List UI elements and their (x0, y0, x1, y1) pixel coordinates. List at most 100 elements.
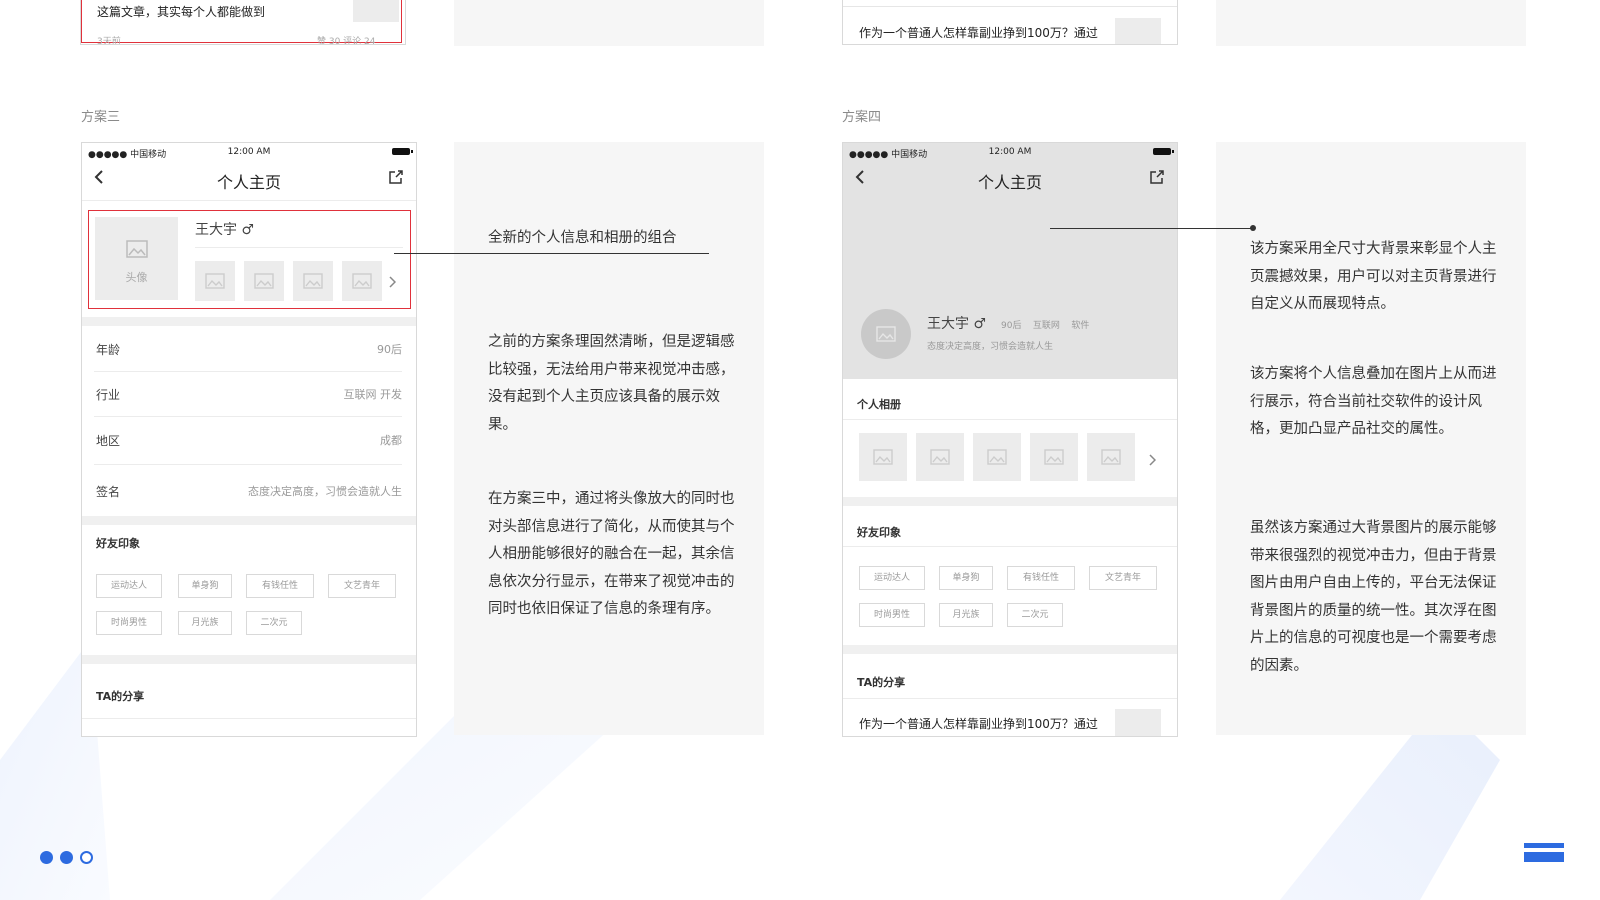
album-photo[interactable] (916, 433, 964, 481)
battery-icon (1153, 148, 1174, 155)
article-meta-right: 赞 30 评论 24 (317, 37, 376, 45)
divider (843, 546, 1177, 547)
info-row-industry: 行业 互联网 开发 (94, 372, 402, 417)
impression-tag[interactable]: 有钱任性 (1007, 566, 1075, 590)
friends-section-title: 好友印象 (857, 526, 901, 539)
nav-bar: 个人主页 (843, 163, 1177, 199)
scheme4-phone: ●●●●● 中国移动 12:00 AM 个人主页 王大宇 ♂ 90后 互联网 软… (842, 142, 1178, 737)
row-value: 态度决定高度，习惯会造就人生 (248, 485, 402, 498)
section-separator (82, 655, 416, 664)
row-key: 行业 (96, 388, 121, 402)
article-meta-left: 3天前 (97, 37, 121, 45)
chevron-right-icon[interactable] (388, 273, 397, 292)
callout-line (394, 253, 709, 254)
impression-tag[interactable]: 单身狗 (178, 574, 232, 598)
page-title: 个人主页 (977, 173, 1042, 192)
divider (843, 698, 1177, 699)
impression-tag[interactable]: 时尚男性 (96, 611, 162, 635)
album-photo[interactable] (244, 261, 284, 301)
clock-label: 12:00 AM (227, 147, 271, 157)
divider (195, 247, 403, 248)
avatar[interactable] (861, 309, 911, 359)
top-right-desc-panel (1216, 0, 1526, 46)
scheme4-paragraph-3: 虽然该方案通过大背景图片的展示能够带来很强烈的视觉冲击力，但由于背景图片由用户自… (1250, 520, 1497, 674)
impression-tag[interactable]: 文艺青年 (1089, 566, 1157, 590)
scheme3-paragraph-1: 之前的方案条理固然清晰，但是逻辑感比较强，无法给用户带来视觉冲击感，没有起到个人… (488, 334, 735, 433)
impression-tag[interactable]: 单身狗 (939, 566, 993, 590)
divider (843, 419, 1177, 420)
scheme4-label: 方案四 (842, 110, 882, 125)
profile-name: 王大宇 ♂ (927, 316, 987, 332)
page-title: 个人主页 (216, 173, 281, 192)
edit-icon[interactable] (1149, 170, 1164, 184)
impression-tag[interactable]: 二次元 (1007, 603, 1063, 627)
impression-tag[interactable]: 运动达人 (859, 566, 925, 590)
divider (82, 200, 416, 201)
row-value: 90后 (377, 343, 402, 356)
album-photo[interactable] (195, 261, 235, 301)
section-separator (843, 645, 1177, 654)
avatar-label: 头像 (125, 271, 148, 284)
row-value: 互联网 开发 (343, 388, 403, 401)
profile-meta: 90后 互联网 软件 (1001, 321, 1090, 331)
share-item-thumbnail (1115, 709, 1161, 736)
album-photo[interactable] (973, 433, 1021, 481)
status-bar: ●●●●● 中国移动 12:00 AM (843, 143, 1177, 163)
share-item-thumbnail (1115, 18, 1161, 44)
divider (82, 718, 416, 719)
edit-icon[interactable] (388, 170, 403, 184)
nav-bar: 个人主页 (82, 163, 416, 199)
impression-tag[interactable]: 月光族 (178, 611, 232, 635)
share-section-title: TA的分享 (857, 676, 906, 689)
pager-dot-1[interactable] (40, 851, 53, 864)
scheme3-phone: ●●●●● 中国移动 12:00 AM 个人主页 头像 王大宇 ♂ 年龄 90后… (81, 142, 417, 737)
row-key: 年龄 (96, 343, 121, 357)
row-key: 签名 (96, 485, 121, 499)
menu-icon[interactable] (1524, 843, 1564, 863)
battery-icon (392, 148, 413, 155)
row-value: 成都 (380, 434, 402, 447)
info-row-region: 地区 成都 (94, 418, 402, 465)
scheme3-callout: 全新的个人信息和相册的组合 (488, 230, 677, 246)
section-separator (843, 497, 1177, 506)
row-key: 地区 (96, 434, 121, 448)
status-bar: ●●●●● 中国移动 12:00 AM (82, 143, 416, 163)
scheme4-paragraph-1: 该方案采用全尺寸大背景来彰显个人主页震撼效果，用户可以对主页背景进行自定义从而展… (1250, 241, 1497, 312)
impression-tag[interactable]: 有钱任性 (246, 574, 314, 598)
album-photo[interactable] (293, 261, 333, 301)
divider (843, 6, 1177, 7)
share-item-text[interactable]: 作为一个普通人怎样靠副业挣到100万？通过 (859, 24, 1098, 41)
impression-tag[interactable]: 二次元 (246, 611, 302, 635)
album-photo[interactable] (1030, 433, 1078, 481)
top-left-phone-crop: 这篇文章，其实每个人都能做到 3天前 赞 30 评论 24 (80, 0, 406, 45)
pager-dot-3[interactable] (80, 851, 93, 864)
article-thumbnail (353, 0, 399, 22)
impression-tag[interactable]: 文艺青年 (328, 574, 396, 598)
scheme3-label: 方案三 (81, 110, 121, 125)
avatar[interactable]: 头像 (95, 217, 178, 300)
impression-tag[interactable]: 运动达人 (96, 574, 162, 598)
chevron-right-icon[interactable] (1148, 451, 1157, 470)
info-row-signature: 签名 态度决定高度，习惯会造就人生 (94, 467, 402, 511)
album-photo[interactable] (1087, 433, 1135, 481)
top-right-phone-crop: 作为一个普通人怎样靠副业挣到100万？通过 (842, 0, 1178, 45)
article-title: 这篇文章，其实每个人都能做到 (97, 5, 266, 19)
impression-tag[interactable]: 月光族 (939, 603, 993, 627)
section-separator (82, 516, 416, 525)
album-photo[interactable] (859, 433, 907, 481)
album-photo[interactable] (342, 261, 382, 301)
profile-signature: 态度决定高度，习惯会造就人生 (927, 342, 1054, 352)
section-separator (82, 317, 416, 326)
clock-label: 12:00 AM (988, 147, 1032, 157)
impression-tag[interactable]: 时尚男性 (859, 603, 925, 627)
callout-line (1050, 228, 1252, 229)
pager-dot-2[interactable] (60, 851, 73, 864)
scheme3-paragraph-2: 在方案三中，通过将头像放大的同时也对头部信息进行了简化，从而使其与个人相册能够很… (488, 491, 735, 617)
profile-name: 王大宇 ♂ (195, 222, 255, 238)
top-left-desc-panel (454, 0, 764, 46)
info-row-age: 年龄 90后 (94, 327, 402, 372)
callout-dot (1250, 225, 1256, 231)
album-section-title: 个人相册 (857, 398, 901, 411)
share-item-text[interactable]: 作为一个普通人怎样靠副业挣到100万？通过 (859, 715, 1098, 732)
share-section-title: TA的分享 (96, 690, 145, 703)
